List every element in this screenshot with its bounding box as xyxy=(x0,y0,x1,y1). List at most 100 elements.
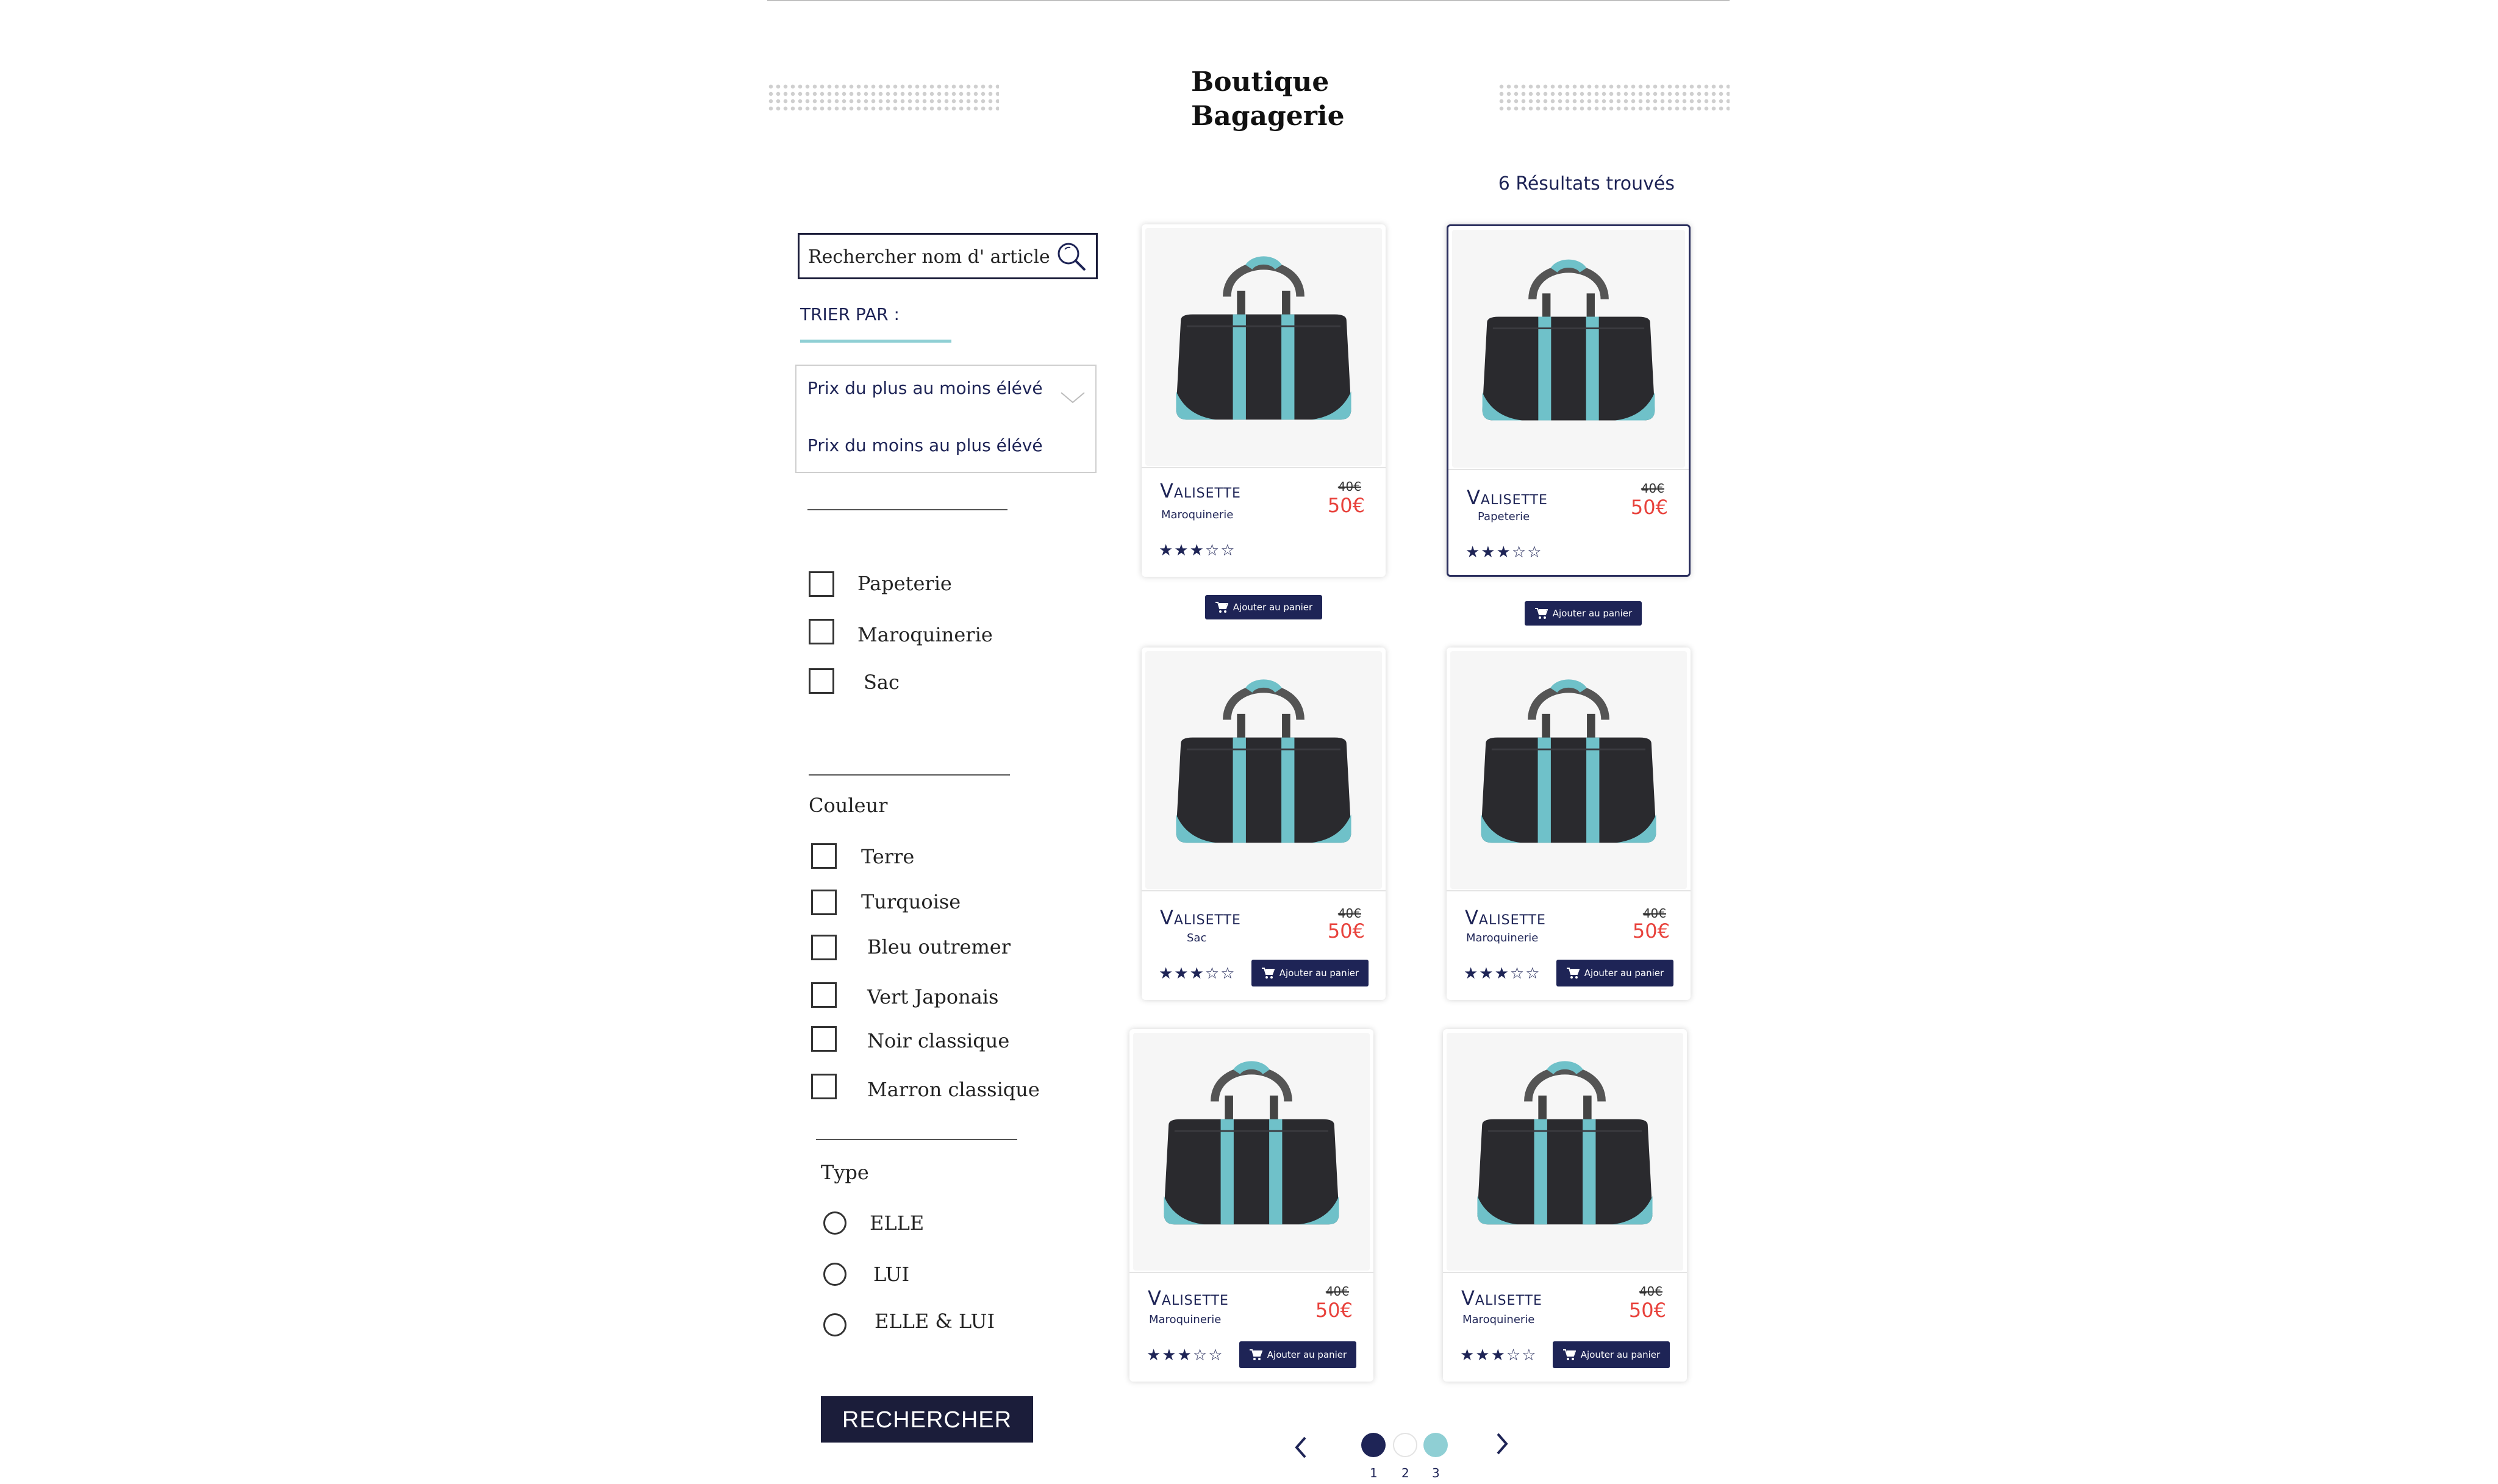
product-image xyxy=(1450,651,1687,889)
cart-label: Ajouter au panier xyxy=(1580,1349,1661,1360)
radio-elle[interactable] xyxy=(823,1211,846,1235)
checkbox-color-noir-classique[interactable] xyxy=(811,1026,837,1052)
product-category: Maroquinerie xyxy=(1161,508,1234,521)
rating-stars: ★★★☆☆ xyxy=(1159,541,1236,560)
cart-icon xyxy=(1215,602,1228,613)
sort-label: TRIER PAR : xyxy=(800,304,900,324)
checkbox-color-terre[interactable] xyxy=(811,843,837,869)
price: 50€ xyxy=(1628,1299,1666,1322)
add-to-cart-button[interactable]: Ajouter au panier xyxy=(1553,1341,1670,1368)
chevron-down-icon[interactable] xyxy=(1060,390,1086,405)
search-button[interactable]: RECHERCHER xyxy=(821,1396,1033,1443)
sort-dropdown[interactable]: Prix du plus au moins élévé Prix du moin… xyxy=(795,365,1097,473)
rating-stars: ★★★☆☆ xyxy=(1466,543,1543,562)
product-image xyxy=(1145,651,1382,889)
bag-icon xyxy=(1176,256,1351,420)
color-label: Noir classique xyxy=(867,1029,1010,1052)
checkbox-maroquinerie[interactable] xyxy=(809,619,834,644)
card-divider xyxy=(1448,469,1689,470)
product-name: Valisette xyxy=(1160,479,1241,502)
color-label: Turquoise xyxy=(861,890,961,913)
product-card[interactable]: Valisette Sac 40€ 50€ ★★★☆☆ Ajouter au p… xyxy=(1142,647,1386,1000)
sort-option-desc[interactable]: Prix du plus au moins élévé xyxy=(807,378,1043,398)
page-number[interactable]: 1 xyxy=(1370,1466,1378,1480)
product-image xyxy=(1447,1033,1683,1271)
radio-elle-et-lui[interactable] xyxy=(823,1313,846,1336)
bag-icon xyxy=(1164,1061,1339,1225)
checkbox-sac[interactable] xyxy=(809,668,834,694)
price: 50€ xyxy=(1327,494,1365,517)
product-image xyxy=(1133,1033,1370,1271)
checkbox-color-bleu-outremer[interactable] xyxy=(811,935,837,960)
product-image xyxy=(1145,228,1382,466)
type-heading: Type xyxy=(821,1161,869,1184)
product-card[interactable]: Valisette Maroquinerie 40€ 50€ ★★★☆☆ Ajo… xyxy=(1443,1029,1687,1382)
sort-underline xyxy=(800,340,951,343)
checkbox-color-vert-japonais[interactable] xyxy=(811,982,837,1008)
product-name: Valisette xyxy=(1148,1286,1229,1310)
price: 50€ xyxy=(1315,1299,1353,1322)
rating-stars: ★★★☆☆ xyxy=(1147,1346,1224,1364)
checkbox-color-marron-classique[interactable] xyxy=(811,1074,837,1099)
cart-icon xyxy=(1261,968,1275,979)
page-number[interactable]: 3 xyxy=(1432,1466,1440,1480)
color-label: Bleu outremer xyxy=(867,935,1011,958)
cart-icon xyxy=(1534,608,1548,619)
divider xyxy=(809,774,1010,776)
cart-icon xyxy=(1566,968,1580,979)
product-category: Maroquinerie xyxy=(1149,1313,1222,1326)
checkbox-papeterie[interactable] xyxy=(809,571,834,597)
page-number[interactable]: 2 xyxy=(1401,1466,1409,1480)
chevron-right-icon[interactable] xyxy=(1493,1432,1511,1456)
product-card[interactable]: Valisette Maroquinerie 40€ 50€ ★★★☆☆ xyxy=(1142,224,1386,577)
decorative-dots-left xyxy=(767,83,999,113)
radio-lui[interactable] xyxy=(823,1263,846,1286)
color-label: Marron classique xyxy=(867,1078,1040,1101)
product-image xyxy=(1452,230,1685,468)
page: Boutique Bagagerie 6 Résultats trouvés T… xyxy=(767,0,1730,1484)
product-category: Sac xyxy=(1187,932,1207,944)
product-card[interactable]: Valisette Maroquinerie 40€ 50€ ★★★☆☆ Ajo… xyxy=(1447,647,1691,1000)
cart-icon xyxy=(1562,1349,1576,1360)
add-to-cart-button[interactable]: Ajouter au panier xyxy=(1525,601,1642,626)
search-icon[interactable] xyxy=(1056,241,1087,273)
category-label: Maroquinerie xyxy=(857,623,993,646)
price: 50€ xyxy=(1327,919,1365,943)
cart-label: Ajouter au panier xyxy=(1267,1349,1347,1360)
bag-icon xyxy=(1176,679,1351,843)
price: 50€ xyxy=(1632,919,1670,943)
cart-label: Ajouter au panier xyxy=(1279,968,1359,979)
old-price: 40€ xyxy=(1325,1284,1349,1299)
bag-icon xyxy=(1482,259,1655,421)
product-category: Maroquinerie xyxy=(1462,1313,1535,1326)
page-dot-1[interactable] xyxy=(1361,1433,1386,1457)
cart-label: Ajouter au panier xyxy=(1233,602,1313,613)
bag-icon xyxy=(1481,679,1656,843)
product-card[interactable]: Valisette Maroquinerie 40€ 50€ ★★★☆☆ Ajo… xyxy=(1129,1029,1373,1382)
add-to-cart-button[interactable]: Ajouter au panier xyxy=(1239,1341,1356,1368)
cart-icon xyxy=(1249,1349,1262,1360)
results-count: 6 Résultats trouvés xyxy=(1498,173,1675,194)
page-title: Boutique Bagagerie xyxy=(1191,66,1345,132)
product-name: Valisette xyxy=(1160,906,1241,929)
sort-option-asc[interactable]: Prix du moins au plus élévé xyxy=(807,435,1043,455)
color-heading: Couleur xyxy=(809,794,888,817)
type-label: LUI xyxy=(873,1263,910,1286)
card-divider xyxy=(1142,890,1386,891)
checkbox-color-turquoise[interactable] xyxy=(811,890,837,915)
product-card[interactable]: Valisette Papeterie 40€ 50€ ★★★☆☆ xyxy=(1447,224,1691,577)
add-to-cart-button[interactable]: Ajouter au panier xyxy=(1556,960,1673,986)
rating-stars: ★★★☆☆ xyxy=(1464,965,1541,983)
divider xyxy=(807,509,1007,510)
add-to-cart-button[interactable]: Ajouter au panier xyxy=(1205,595,1322,619)
chevron-left-icon[interactable] xyxy=(1292,1435,1310,1460)
page-dot-3[interactable] xyxy=(1423,1433,1448,1457)
product-category: Maroquinerie xyxy=(1466,932,1539,944)
old-price: 40€ xyxy=(1337,906,1361,921)
add-to-cart-button[interactable]: Ajouter au panier xyxy=(1251,960,1369,986)
search-input[interactable] xyxy=(807,235,1053,279)
category-label: Sac xyxy=(864,671,900,694)
rating-stars: ★★★☆☆ xyxy=(1460,1346,1537,1364)
page-dot-2[interactable] xyxy=(1393,1433,1417,1457)
old-price: 40€ xyxy=(1337,479,1361,494)
